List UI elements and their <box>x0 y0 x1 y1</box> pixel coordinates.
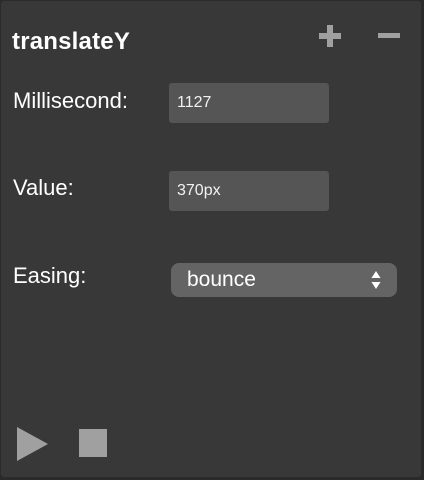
play-button[interactable] <box>17 427 49 466</box>
millisecond-label: Millisecond: <box>13 88 128 113</box>
easing-selected-value: bounce <box>187 268 256 291</box>
easing-label: Easing: <box>13 263 87 288</box>
value-input[interactable]: 370px <box>169 171 329 211</box>
add-button[interactable] <box>317 23 343 49</box>
millisecond-input[interactable]: 1127 <box>169 83 329 123</box>
stop-button[interactable] <box>79 429 107 457</box>
value-label: Value: <box>13 175 74 200</box>
value-value: 370px <box>177 182 221 199</box>
play-icon <box>17 427 48 461</box>
animation-panel: translateY Millisecond: 1127 Value: 370p… <box>0 0 422 478</box>
panel-title: translateY <box>12 28 131 55</box>
plus-icon <box>319 25 341 47</box>
remove-button[interactable] <box>376 23 402 49</box>
millisecond-value: 1127 <box>177 94 212 111</box>
select-arrows-icon <box>371 270 381 290</box>
easing-select[interactable]: bounce <box>171 263 397 297</box>
minus-icon <box>378 33 400 38</box>
